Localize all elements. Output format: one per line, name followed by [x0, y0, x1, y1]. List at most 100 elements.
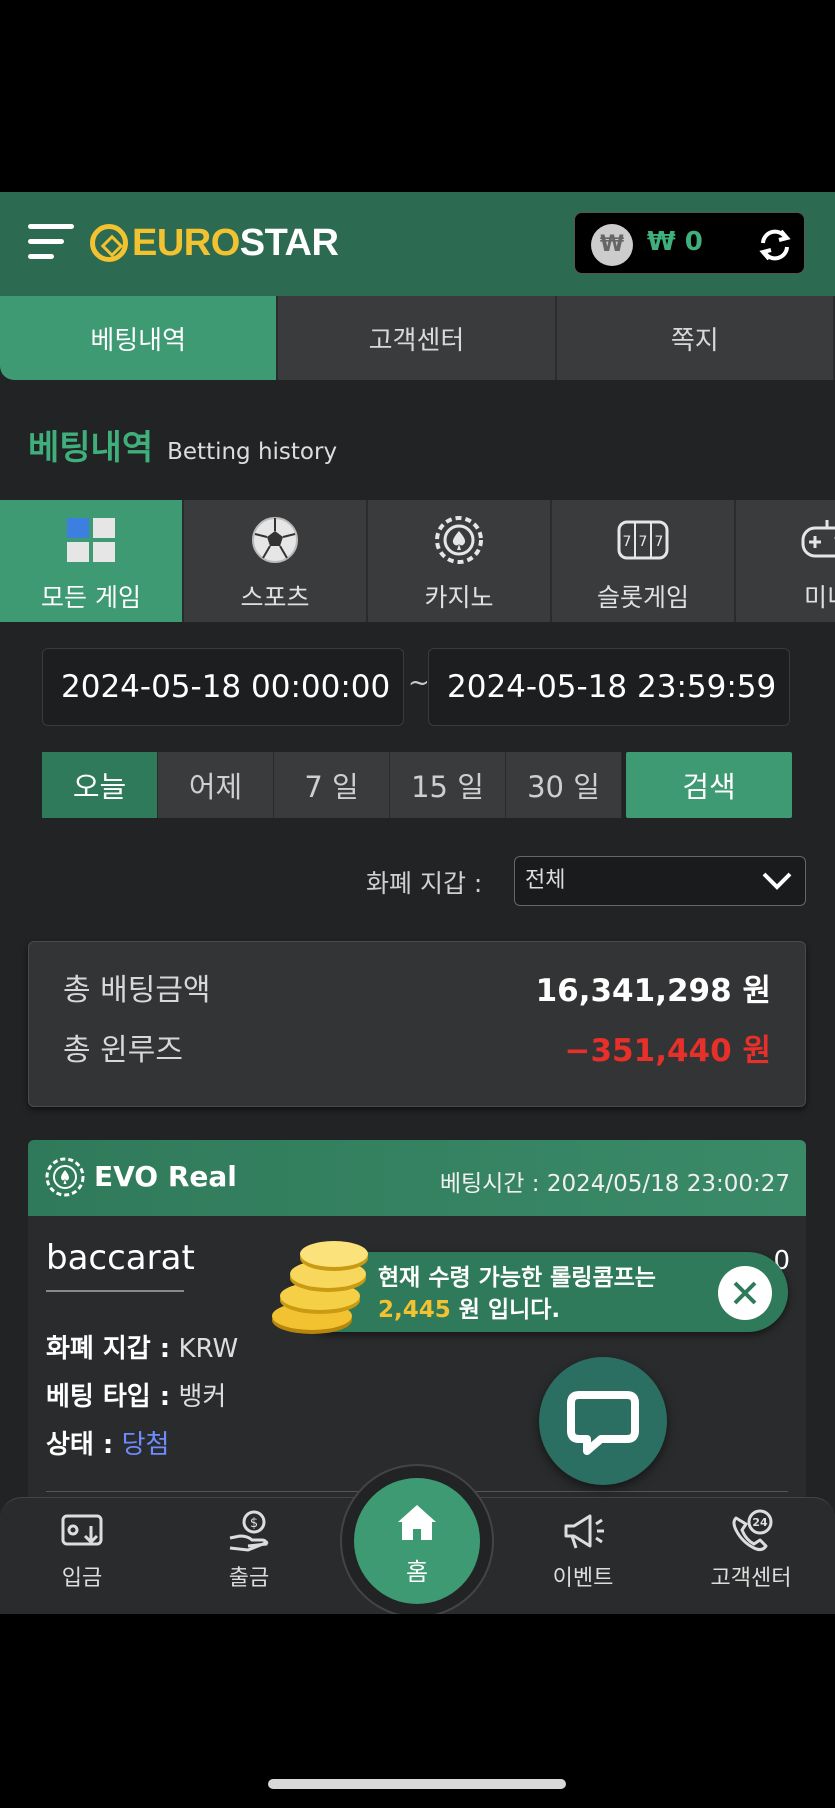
withdraw-icon: $	[229, 1510, 269, 1552]
wallet-info-value: KRW	[178, 1334, 239, 1364]
end-date-input[interactable]: 2024-05-18 23:59:59	[428, 648, 790, 726]
start-date-input[interactable]: 2024-05-18 00:00:00	[42, 648, 404, 726]
home-indicator[interactable]	[268, 1779, 566, 1789]
close-button[interactable]	[718, 1266, 772, 1320]
nav-label: 고객센터	[710, 1566, 792, 1591]
close-icon	[733, 1281, 757, 1305]
nav-event[interactable]: 이벤트	[523, 1508, 643, 1592]
won-coin-icon: ₩	[591, 224, 633, 266]
casino-chip-icon	[45, 1157, 85, 1197]
toast-suffix: 원 입니다.	[458, 1297, 561, 1323]
slot-machine-icon: 7 7 7	[617, 520, 669, 560]
total-bet-row: 총 배팅금액 16,341,298 원	[63, 962, 771, 1012]
total-bet-value: 16,341,298 원	[535, 972, 771, 1009]
category-label: 슬롯게임	[596, 583, 689, 612]
status-info: 상태 : 당첨	[46, 1424, 169, 1461]
wallet-info-label: 화폐 지갑 :	[46, 1334, 171, 1364]
wallet-balance: ₩ ₩ 0	[574, 212, 805, 274]
search-button[interactable]: 검색	[626, 752, 792, 818]
bet-type-value: 뱅커	[178, 1382, 227, 1412]
nav-label: 입금	[61, 1566, 103, 1591]
nav-withdraw[interactable]: $ 출금	[189, 1508, 309, 1592]
logo-euro-text: EURO	[132, 221, 240, 264]
bet-time: 베팅시간 : 2024/05/18 23:00:27	[439, 1171, 790, 1197]
top-header: EURO STAR ₩ ₩ 0	[0, 192, 835, 296]
total-winloss-label: 총 윈루즈	[63, 1033, 183, 1068]
category-casino[interactable]: 카지노	[368, 500, 552, 622]
toast-amount: 2,445	[378, 1297, 451, 1323]
logo-mark-icon	[90, 224, 128, 262]
date-separator: ~	[408, 668, 430, 698]
eurostar-logo[interactable]: EURO STAR	[90, 218, 339, 268]
support-24-icon: 24	[732, 1509, 773, 1552]
toast-line1: 현재 수령 가능한 롤링콤프는	[378, 1265, 656, 1291]
15-days-button[interactable]: 15 일	[390, 752, 506, 818]
wallet-amount: ₩ 0	[647, 227, 703, 257]
category-label: 미니	[803, 583, 835, 612]
logo-star-text: STAR	[239, 221, 339, 264]
gold-coins-icon	[272, 1241, 368, 1334]
all-games-icon	[67, 518, 115, 562]
category-label: 카지노	[424, 583, 494, 612]
wallet-filter-label: 화폐 지갑 :	[366, 869, 483, 898]
quick-date-buttons: 오늘 어제 7 일 15 일 30 일	[42, 752, 622, 818]
tab-customer-center[interactable]: 고객센터	[278, 296, 557, 380]
nav-home[interactable]: 홈	[354, 1478, 480, 1604]
30-days-button[interactable]: 30 일	[506, 752, 622, 818]
svg-text:7: 7	[623, 534, 632, 550]
svg-text:$: $	[250, 1516, 258, 1531]
toast-line2: 2,445 원 입니다.	[378, 1294, 656, 1326]
tab-messages[interactable]: 쪽지	[556, 296, 835, 380]
category-label: 모든 게임	[41, 583, 141, 612]
svg-text:7: 7	[655, 534, 664, 550]
app-screen: EURO STAR ₩ ₩ 0 베팅내역 고객센터 쪽지 베팅내역 Bettin…	[0, 192, 835, 1614]
chat-button[interactable]	[539, 1357, 667, 1485]
megaphone-icon	[564, 1514, 604, 1549]
7-days-button[interactable]: 7 일	[274, 752, 390, 818]
page-title: 베팅내역 Betting history	[28, 420, 337, 469]
game-name: baccarat	[46, 1238, 195, 1292]
tab-betting-history[interactable]: 베팅내역	[0, 296, 279, 380]
soccer-ball-icon	[252, 517, 298, 563]
gamepad-icon	[801, 520, 835, 558]
bet-type-info: 베팅 타입 : 뱅커	[46, 1376, 226, 1413]
chevron-down-icon	[762, 872, 792, 890]
status-label: 상태 :	[46, 1430, 114, 1460]
nav-customer-center[interactable]: 24 고객센터	[691, 1508, 811, 1592]
category-sports[interactable]: 스포츠	[184, 500, 368, 622]
total-winloss-value: −351,440 원	[564, 1032, 771, 1069]
wallet-info: 화폐 지갑 : KRW	[46, 1328, 238, 1365]
category-slot[interactable]: 7 7 7 슬롯게임	[552, 500, 736, 622]
betting-summary: 총 배팅금액 16,341,298 원 총 윈루즈 −351,440 원	[28, 941, 806, 1107]
category-mini[interactable]: 미니	[736, 500, 835, 622]
chat-bubble-icon	[567, 1391, 639, 1455]
yesterday-button[interactable]: 어제	[158, 752, 274, 818]
refresh-icon[interactable]	[755, 225, 795, 265]
nav-label: 출금	[228, 1566, 270, 1591]
svg-text:7: 7	[639, 534, 648, 550]
page-title-ko: 베팅내역	[28, 428, 154, 468]
menu-icon[interactable]	[28, 220, 74, 264]
top-tabs: 베팅내역 고객센터 쪽지	[0, 296, 835, 380]
svg-text:24: 24	[752, 1516, 768, 1529]
casino-chip-icon	[435, 516, 483, 564]
wallet-filter-value: 전체	[525, 868, 566, 893]
bet-provider: EVO Real	[94, 1160, 237, 1193]
category-label: 스포츠	[240, 583, 310, 612]
page-title-en: Betting history	[167, 439, 338, 465]
nav-label: 이벤트	[552, 1566, 614, 1591]
home-icon	[398, 1505, 436, 1540]
bet-card-header: EVO Real 베팅시간 : 2024/05/18 23:00:27	[28, 1140, 806, 1216]
deposit-icon	[61, 1514, 103, 1546]
total-bet-label: 총 배팅금액	[63, 973, 211, 1008]
toast-message: 현재 수령 가능한 롤링콤프는 2,445 원 입니다.	[378, 1262, 656, 1326]
wallet-filter-select[interactable]: 전체	[514, 856, 806, 906]
category-all-games[interactable]: 모든 게임	[0, 500, 184, 622]
nav-deposit[interactable]: 입금	[22, 1508, 142, 1592]
status-badge: 당첨	[121, 1430, 170, 1460]
today-button[interactable]: 오늘	[42, 752, 158, 818]
total-winloss-row: 총 윈루즈 −351,440 원	[63, 1022, 771, 1072]
game-category-tabs: 모든 게임 스포츠 카지노 7 7 7 슬롯게임 미	[0, 500, 835, 622]
bet-type-label: 베팅 타입 :	[46, 1382, 171, 1412]
nav-label: 홈	[405, 1558, 429, 1586]
